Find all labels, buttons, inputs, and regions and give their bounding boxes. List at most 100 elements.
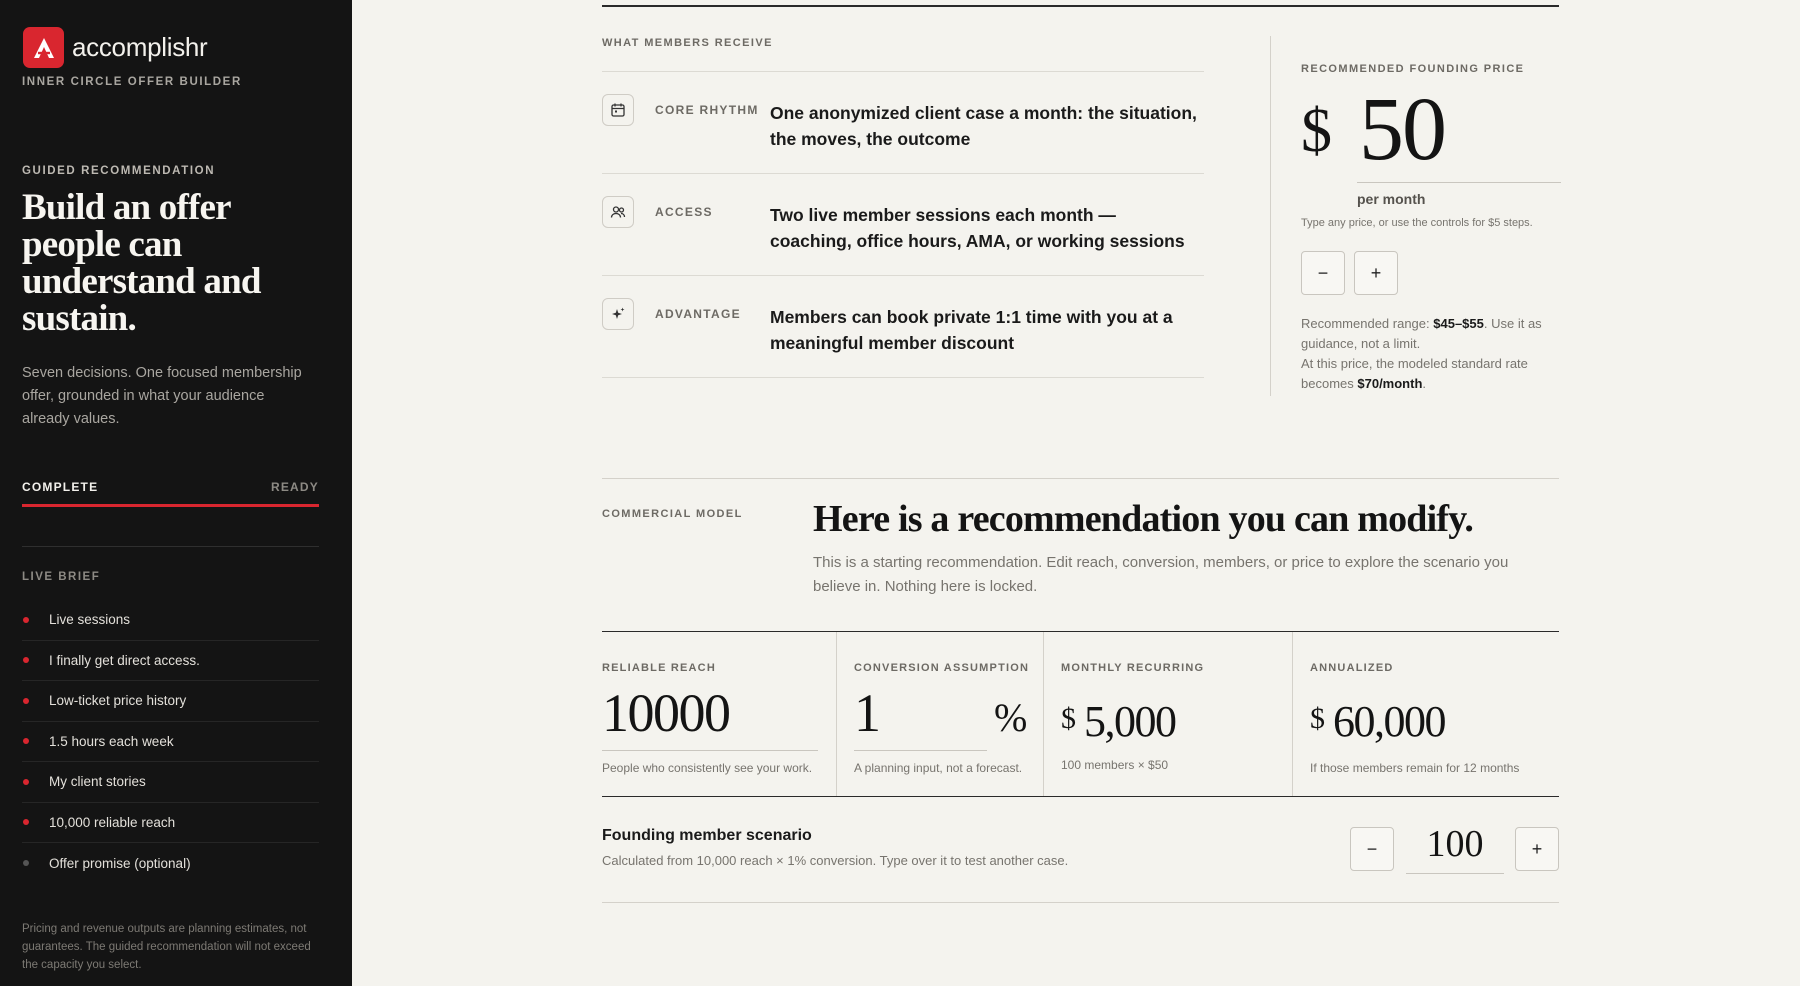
hero-title: Build an offer people can understand and…	[22, 187, 261, 339]
sidebar-divider	[22, 546, 319, 547]
sidebar: accomplishr INNER CIRCLE OFFER BUILDER G…	[0, 0, 352, 986]
price-currency: $	[1301, 97, 1332, 165]
bullet-dot-icon	[23, 657, 29, 664]
brief-item-label: I finally get direct access.	[49, 652, 200, 668]
progress-bar	[22, 504, 319, 507]
brief-item[interactable]: Low-ticket price history	[22, 681, 319, 722]
scenario-description: Calculated from 10,000 reach × 1% conver…	[602, 853, 1069, 868]
metrics-grid: RELIABLE REACH 10000 People who consiste…	[602, 631, 1559, 797]
metric-label: MONTHLY RECURRING	[1061, 662, 1205, 674]
members-decrease-button[interactable]: −	[1350, 827, 1394, 871]
progress-left-label: COMPLETE	[22, 480, 99, 494]
metric-footnote: People who consistently see your work.	[602, 761, 813, 775]
price-panel: RECOMMENDED FOUNDING PRICE $ 50 per mont…	[1270, 36, 1561, 396]
brief-item-label: My client stories	[49, 774, 146, 790]
metric-reliable-reach: RELIABLE REACH 10000 People who consiste…	[602, 632, 837, 796]
users-icon	[602, 196, 634, 228]
metric-label: ANNUALIZED	[1310, 662, 1394, 674]
reach-input[interactable]: 10000	[602, 682, 731, 744]
standard-rate-suffix: .	[1422, 376, 1427, 391]
brand-name: accomplishr	[72, 32, 208, 62]
price-input-underline	[1357, 182, 1561, 183]
benefit-row-core-rhythm: CORE RHYTHM One anonymized client case a…	[602, 71, 1204, 173]
members-section-label: WHAT MEMBERS RECEIVE	[602, 37, 773, 49]
brief-item-label: Low-ticket price history	[49, 693, 187, 709]
range-value: $45–$55	[1433, 316, 1484, 331]
price-range-note: Recommended range: $45–$55. Use it as gu…	[1301, 314, 1551, 394]
bottom-rule	[602, 902, 1559, 903]
benefit-label: CORE RHYTHM	[655, 103, 759, 117]
price-decrease-button[interactable]: −	[1301, 251, 1345, 295]
bullet-dot-icon	[23, 616, 29, 623]
metric-label: RELIABLE REACH	[602, 662, 716, 674]
top-rule	[602, 5, 1559, 7]
section-divider	[602, 478, 1559, 479]
members-input-underline	[1406, 873, 1504, 874]
metric-footnote: If those members remain for 12 months	[1310, 761, 1520, 775]
metric-footnote: A planning input, not a forecast.	[854, 761, 1023, 775]
logo-mark-icon	[23, 27, 64, 68]
benefits-end-rule	[602, 377, 1204, 378]
benefit-label: ACCESS	[655, 205, 713, 219]
guided-label: GUIDED RECOMMENDATION	[22, 165, 216, 177]
brief-item[interactable]: 10,000 reliable reach	[22, 803, 319, 843]
metric-annualized: ANNUALIZED $ 60,000 If those members rem…	[1293, 632, 1559, 796]
price-increase-button[interactable]: +	[1354, 251, 1398, 295]
standard-rate-value: $70/month	[1357, 376, 1423, 391]
benefit-text: Two live member sessions each month — co…	[770, 205, 1185, 251]
price-input[interactable]: 50	[1359, 80, 1447, 180]
reach-input-underline	[602, 750, 818, 751]
live-brief-list: Live sessions I finally get direct acces…	[22, 600, 319, 884]
benefit-row-access: ACCESS Two live member sessions each mon…	[602, 173, 1204, 275]
brief-item[interactable]: Live sessions	[22, 600, 319, 641]
brief-item[interactable]: My client stories	[22, 762, 319, 803]
disclaimer: Pricing and revenue outputs are planning…	[22, 923, 311, 971]
calendar-icon	[602, 94, 634, 126]
price-hint: Type any price, or use the controls for …	[1301, 217, 1533, 229]
sparkle-icon	[602, 298, 634, 330]
commercial-model-label: COMMERCIAL MODEL	[602, 508, 743, 520]
brief-item-label: Offer promise (optional)	[49, 855, 191, 871]
brand-logo[interactable]: accomplishr	[23, 27, 208, 68]
progress-right-label: READY	[270, 480, 319, 494]
benefit-row-advantage: ADVANTAGE Members can book private 1:1 t…	[602, 275, 1204, 377]
scenario-title: Founding member scenario	[602, 827, 812, 844]
price-period: per month	[1357, 191, 1426, 207]
monthly-value: 5,000	[1084, 697, 1177, 746]
currency-symbol: $	[1310, 702, 1325, 735]
commercial-model-title: Here is a recommendation you can modify.	[813, 498, 1474, 540]
brief-item-label: Live sessions	[49, 612, 131, 628]
benefit-text: Members can book private 1:1 time with y…	[770, 307, 1173, 353]
metric-footnote: 100 members × $50	[1061, 758, 1169, 772]
bullet-dot-icon	[23, 697, 29, 704]
percent-unit: %	[994, 695, 1027, 740]
bullet-dot-icon	[23, 860, 29, 867]
live-brief-label: LIVE BRIEF	[22, 571, 101, 583]
benefit-text: One anonymized client case a month: the …	[770, 103, 1197, 149]
progress-status: COMPLETE READY	[22, 480, 319, 494]
hero-description: Seven decisions. One focused membership …	[22, 365, 302, 427]
price-label: RECOMMENDED FOUNDING PRICE	[1301, 63, 1525, 75]
brief-item-label: 10,000 reliable reach	[49, 814, 176, 830]
brief-item[interactable]: Offer promise (optional)	[22, 843, 319, 884]
brief-item-label: 1.5 hours each week	[49, 733, 174, 749]
sub-brand: INNER CIRCLE OFFER BUILDER	[22, 76, 242, 88]
benefit-label: ADVANTAGE	[655, 307, 741, 321]
brief-item[interactable]: 1.5 hours each week	[22, 722, 319, 762]
bullet-dot-icon	[23, 778, 29, 785]
bullet-dot-icon	[23, 819, 29, 826]
commercial-model-description: This is a starting recommendation. Edit …	[813, 554, 1509, 595]
metric-monthly-recurring: MONTHLY RECURRING $ 5,000 100 members × …	[1044, 632, 1293, 796]
range-prefix: Recommended range:	[1301, 316, 1434, 331]
metric-conversion: CONVERSION ASSUMPTION 1 % A planning inp…	[837, 632, 1044, 796]
bullet-dot-icon	[23, 738, 29, 745]
annualized-value: 60,000	[1333, 697, 1447, 746]
conversion-input-underline	[854, 750, 987, 751]
brief-item[interactable]: I finally get direct access.	[22, 641, 319, 681]
benefits-list: CORE RHYTHM One anonymized client case a…	[602, 71, 1204, 378]
currency-symbol: $	[1061, 702, 1076, 735]
members-increase-button[interactable]: +	[1515, 827, 1559, 871]
conversion-input[interactable]: 1	[854, 682, 881, 744]
metric-label: CONVERSION ASSUMPTION	[854, 662, 1030, 674]
members-input[interactable]: 100	[1406, 822, 1504, 866]
